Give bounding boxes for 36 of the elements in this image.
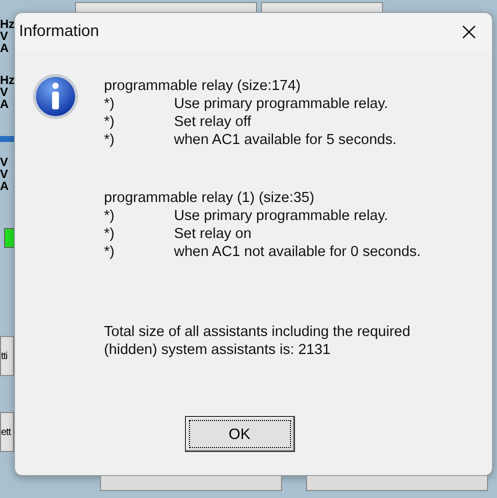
background-tab[interactable] bbox=[75, 2, 257, 12]
close-icon bbox=[462, 25, 476, 39]
item-text: Use primary programmable relay. bbox=[174, 95, 390, 113]
unit-label: A bbox=[0, 180, 10, 192]
item-text: Set relay off bbox=[174, 113, 252, 131]
unit-label: V bbox=[0, 30, 10, 42]
item-text: when AC1 not available for 0 seconds. bbox=[174, 243, 422, 261]
unit-label: V bbox=[0, 156, 10, 168]
bullet-marker: *) bbox=[104, 131, 116, 149]
background-button[interactable]: ett bbox=[0, 412, 14, 452]
background-tab[interactable] bbox=[261, 2, 383, 12]
status-indicator bbox=[4, 228, 14, 248]
selection-strip bbox=[0, 136, 14, 142]
item-text: Set relay on bbox=[174, 225, 252, 243]
background-button[interactable] bbox=[100, 476, 282, 491]
ok-button[interactable]: OK bbox=[184, 416, 294, 452]
bullet-marker: *) bbox=[104, 243, 116, 261]
unit-label: V bbox=[0, 168, 10, 180]
summary-text: Total size of all assistants including the required (hidden) system assistants is: 2131 bbox=[104, 323, 412, 359]
item-text: when AC1 available for 5 seconds. bbox=[174, 131, 398, 149]
info-icon bbox=[32, 73, 79, 120]
background-button[interactable]: tti bbox=[0, 336, 14, 376]
unit-label: Hz bbox=[0, 18, 14, 30]
background-button[interactable] bbox=[306, 476, 488, 491]
section-heading: programmable relay (1) (size:35) bbox=[104, 189, 316, 207]
bullet-marker: *) bbox=[104, 95, 116, 113]
unit-label: V bbox=[0, 86, 10, 98]
bullet-marker: *) bbox=[104, 207, 116, 225]
unit-label: A bbox=[0, 42, 10, 54]
bullet-marker: *) bbox=[104, 225, 116, 243]
unit-label: Hz bbox=[0, 74, 14, 86]
section-heading: programmable relay (size:174) bbox=[104, 77, 302, 95]
unit-label: A bbox=[0, 98, 10, 110]
window-title: Information bbox=[19, 23, 100, 41]
bullet-marker: *) bbox=[104, 113, 116, 131]
item-text: Use primary programmable relay. bbox=[174, 207, 390, 225]
